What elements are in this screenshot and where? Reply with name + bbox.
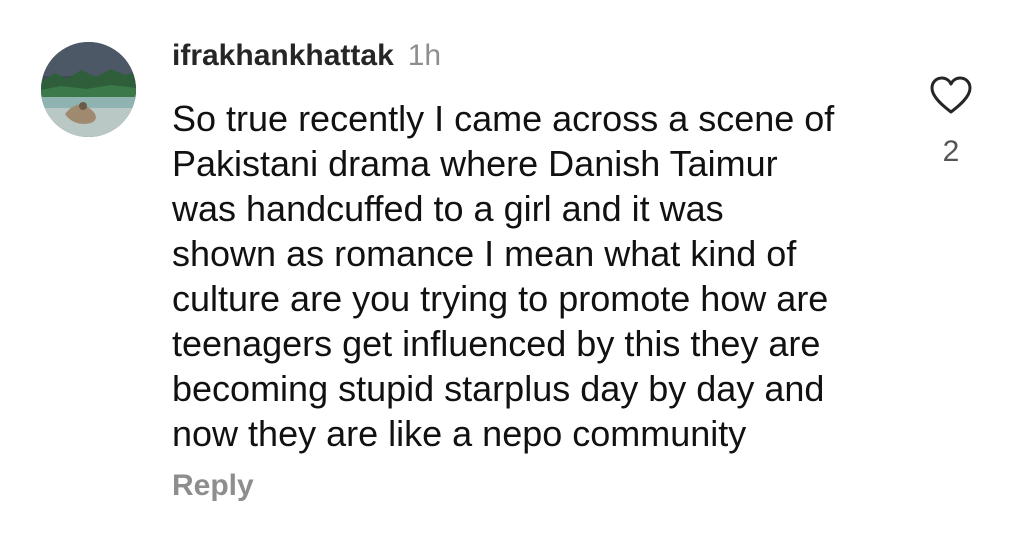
username-link[interactable]: ifrakhankhattak [172,39,394,72]
like-button[interactable] [928,74,974,116]
comment-text-line: now they are like a nepo community [172,413,747,454]
like-count: 2 [942,135,960,168]
avatar[interactable] [41,42,136,137]
comment-text-line: teenagers get influenced by this they ar… [172,323,821,364]
reply-button[interactable]: Reply [172,466,254,506]
comment-text-line: was handcuffed to a girl and it was [172,188,724,229]
comment-timestamp: 1h [407,39,442,72]
heart-outline-icon [930,76,972,114]
comment-meta: ifrakhankhattak 1h [172,36,441,81]
comment-text-line: Pakistani drama where Danish Taimur [172,143,778,184]
avatar-image [41,42,136,137]
comment-text: So true recently I came across a scene o… [172,96,912,456]
comment-text-line: shown as romance I mean what kind of [172,233,797,274]
comment-text-line: becoming stupid starplus day by day and [172,368,825,409]
comment-text-line: culture are you trying to promote how ar… [172,278,829,319]
comment-text-line: So true recently I came across a scene o… [172,98,835,139]
comment-item: ifrakhankhattak 1h So true recently I cam… [0,0,1024,555]
